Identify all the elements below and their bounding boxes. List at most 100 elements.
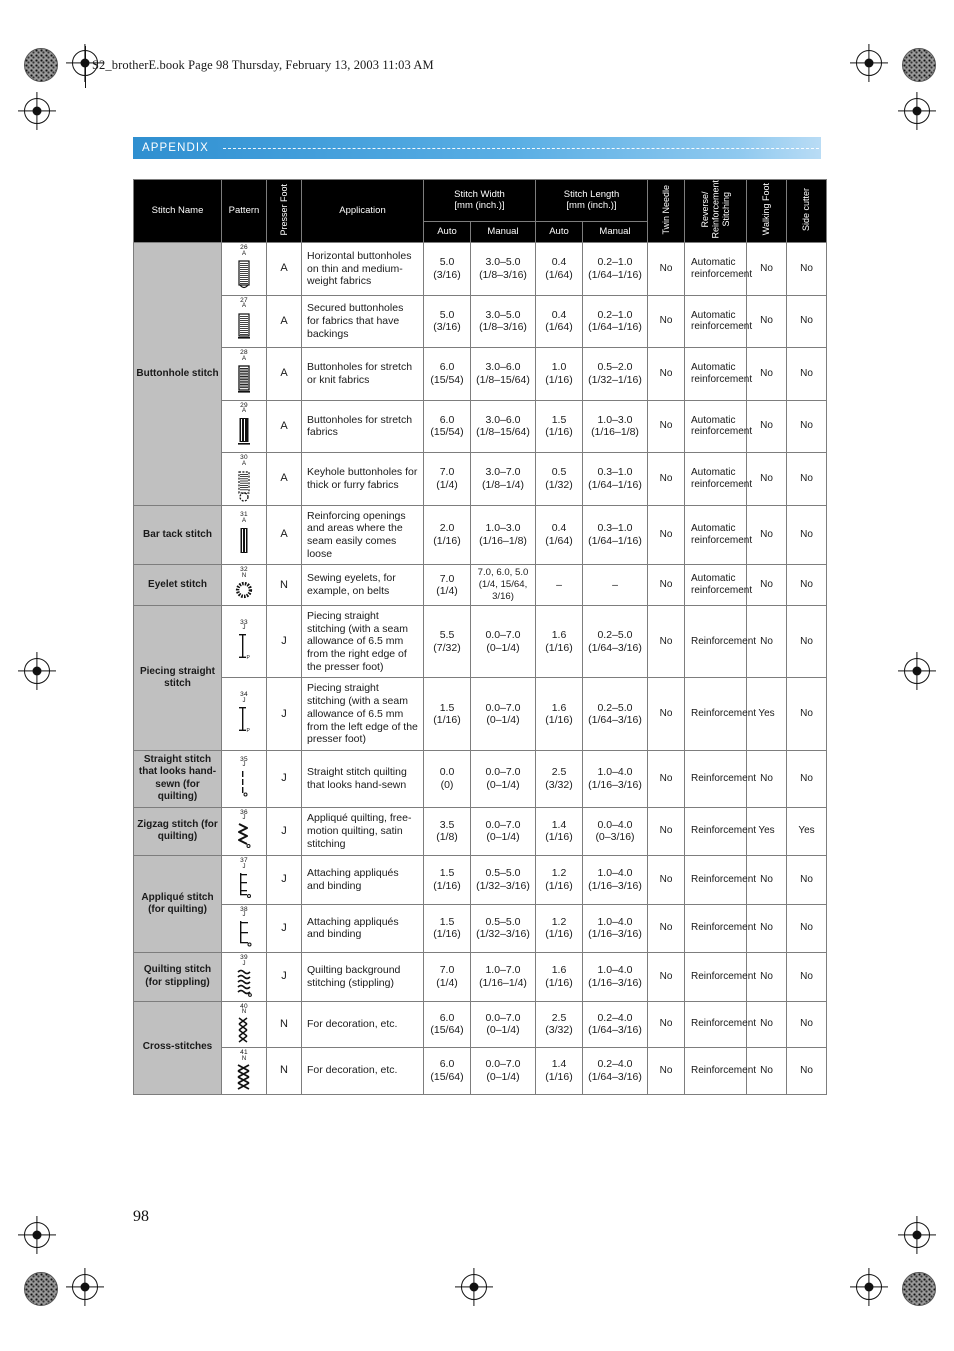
twin-needle-value: No bbox=[647, 1000, 685, 1049]
cell-width-auto: 1.5 (1/16) bbox=[423, 677, 471, 751]
table-row: Zigzag stitch (for quilting) 36 J J Appli… bbox=[133, 806, 827, 857]
cell-length-auto: 1.6 (1/16) bbox=[535, 952, 583, 1002]
registration-target-left-lower bbox=[24, 1222, 50, 1248]
presser-foot-value: J bbox=[266, 903, 302, 954]
reinforcement-value: Reinforcement bbox=[684, 749, 756, 808]
reinforcement-value: Reinforcement bbox=[684, 604, 756, 679]
pattern-foot-letter: J bbox=[242, 912, 246, 919]
table-row: Appliqué stitch (for quilting) 37 J J Att… bbox=[133, 855, 827, 954]
cell-length-manual: 0.2–5.0 (1/64–3/16) bbox=[582, 604, 648, 679]
halftone-patch-top-right bbox=[902, 48, 936, 82]
registration-target-top-right bbox=[856, 50, 882, 76]
registration-target-right-upper bbox=[904, 98, 930, 124]
presser-foot-value: A bbox=[266, 242, 302, 296]
pattern-cell: 41 N bbox=[221, 1047, 267, 1095]
svg-text:P: P bbox=[247, 655, 251, 661]
cell-length-manual: 0.2–5.0 (1/64–3/16) bbox=[582, 677, 648, 751]
pattern-foot-letter: J bbox=[242, 762, 246, 769]
cell-width-auto: 1.5 (1/16) bbox=[423, 903, 471, 954]
table-row: Piecing straight stitch 33 J P J Piecing … bbox=[133, 604, 827, 751]
twin-needle-value: No bbox=[647, 952, 685, 1002]
application-text: Piecing straight stitching (with a seam … bbox=[301, 604, 424, 679]
cell-width-auto: 0.0 (0) bbox=[423, 749, 471, 808]
cell-width-auto: 7.0 (1/4) bbox=[423, 952, 471, 1002]
header-stitch-name: Stitch Name bbox=[133, 178, 222, 244]
applique-blanket-icon bbox=[234, 871, 254, 901]
header-stitch-length-line2: [mm (inch.)] bbox=[566, 200, 617, 212]
pattern-foot-letter: A bbox=[241, 408, 246, 415]
stippling-icon bbox=[234, 968, 254, 998]
cross-stitch-single-icon bbox=[235, 1016, 253, 1044]
cell-length-auto: – bbox=[535, 564, 583, 606]
buttonhole-square-end-icon bbox=[235, 310, 253, 344]
file-header-text: S2_brotherE.book Page 98 Thursday, Febru… bbox=[92, 58, 434, 72]
cell-width-manual: 0.5–5.0 (1/32–3/16) bbox=[470, 903, 536, 954]
twin-needle-value: No bbox=[647, 903, 685, 954]
pattern-cell: 37 J bbox=[221, 855, 267, 905]
reinforcement-value: Reinforcement bbox=[684, 1000, 756, 1049]
twin-needle-value: No bbox=[647, 399, 685, 454]
pattern-cell: 27 A bbox=[221, 294, 267, 349]
twin-needle-value: No bbox=[647, 1047, 685, 1095]
presser-foot-value: J bbox=[266, 855, 302, 905]
cell-length-auto: 2.5 (3/32) bbox=[535, 749, 583, 808]
stitch-group-name: Zigzag stitch (for quilting) bbox=[133, 806, 222, 857]
cell-width-manual: 0.0–7.0 (0–1/4) bbox=[470, 604, 536, 679]
stitch-group-name: Straight stitch that looks hand-sewn (fo… bbox=[133, 749, 222, 808]
pattern-foot-letter: A bbox=[241, 460, 246, 467]
application-text: Attaching appliqués and binding bbox=[301, 903, 424, 954]
pattern-cell: 28 A bbox=[221, 347, 267, 401]
appendix-label: APPENDIX bbox=[142, 142, 209, 154]
application-text: Straight stitch quilting that looks hand… bbox=[301, 749, 424, 808]
reinforcement-value: Automatic reinforcement bbox=[684, 564, 752, 606]
application-text: Piecing straight stitching (with a seam … bbox=[301, 677, 424, 751]
bar-tack-icon bbox=[235, 525, 253, 557]
reinforcement-value: Reinforcement bbox=[684, 1047, 756, 1095]
cell-width-auto: 6.0 (15/64) bbox=[423, 1047, 471, 1095]
header-width-manual: Manual bbox=[470, 220, 536, 244]
presser-foot-value: J bbox=[266, 677, 302, 751]
side-cutter-value: No bbox=[786, 855, 827, 905]
zigzag-icon bbox=[234, 822, 254, 852]
pattern-foot-letter: A bbox=[241, 355, 246, 362]
table-row: 38 J J Attaching appliqués and binding 1.5… bbox=[134, 903, 827, 954]
buttonhole-round-end-icon bbox=[235, 258, 253, 292]
cell-length-manual: 0.2–1.0 (1/64–1/16) bbox=[582, 294, 648, 349]
table-row: Straight stitch that looks hand-sewn (fo… bbox=[133, 749, 827, 808]
table-row: 27 A A Secured buttonholes for fabrics th… bbox=[134, 294, 827, 349]
table-row: Buttonhole stitch 26 A A Horizontal butto… bbox=[133, 242, 827, 506]
appendix-banner: APPENDIX bbox=[133, 137, 821, 159]
presser-foot-value: J bbox=[266, 604, 302, 679]
pattern-foot-letter: J bbox=[242, 815, 246, 822]
twin-needle-value: No bbox=[647, 855, 685, 905]
reinforcement-value: Automatic reinforcement bbox=[684, 347, 752, 401]
cell-length-manual: 0.3–1.0 (1/64–1/16) bbox=[582, 504, 648, 566]
cell-width-auto: 7.0 (1/4) bbox=[423, 564, 471, 606]
cell-width-manual: 3.0–6.0 (1/8–15/64) bbox=[470, 399, 536, 454]
cell-width-manual: 0.0–7.0 (0–1/4) bbox=[470, 1047, 536, 1095]
cell-length-manual: 0.2–1.0 (1/64–1/16) bbox=[582, 242, 648, 296]
pattern-foot-letter: J bbox=[242, 625, 246, 632]
cell-width-auto: 6.0 (15/54) bbox=[423, 399, 471, 454]
cell-length-auto: 1.6 (1/16) bbox=[535, 604, 583, 679]
pattern-cell: 32 N bbox=[221, 564, 267, 606]
reinforcement-value: Automatic reinforcement bbox=[684, 294, 752, 349]
registration-target-bottom-center bbox=[461, 1274, 487, 1300]
pattern-cell: 40 N bbox=[221, 1000, 267, 1049]
cell-width-manual: 3.0–6.0 (1/8–15/64) bbox=[470, 347, 536, 401]
cell-width-manual: 3.0–7.0 (1/8–1/4) bbox=[470, 452, 536, 506]
cell-length-auto: 1.2 (1/16) bbox=[535, 903, 583, 954]
presser-foot-value: N bbox=[266, 1000, 302, 1049]
twin-needle-value: No bbox=[647, 604, 685, 679]
cell-length-auto: 1.0 (1/16) bbox=[535, 347, 583, 401]
registration-target-bottom-right bbox=[856, 1274, 882, 1300]
side-cutter-value: No bbox=[786, 452, 827, 506]
side-cutter-value: No bbox=[786, 1000, 827, 1049]
walking-foot-value: No bbox=[746, 504, 787, 566]
table-row: 28 A A Buttonholes for stretch or knit fa… bbox=[134, 347, 827, 401]
twin-needle-value: No bbox=[647, 242, 685, 296]
buttonhole-stretch-icon bbox=[235, 363, 253, 397]
presser-foot-value: N bbox=[266, 1047, 302, 1095]
registration-target-bottom-left bbox=[72, 1274, 98, 1300]
reinforcement-value: Automatic reinforcement bbox=[684, 242, 752, 296]
